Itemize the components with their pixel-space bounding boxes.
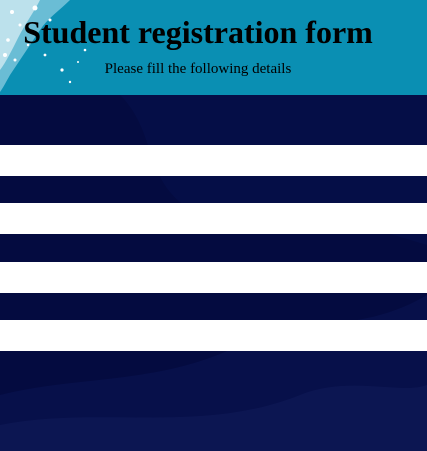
page-title: Student registration form (23, 14, 373, 50)
form-field-2[interactable] (0, 203, 427, 234)
registration-form (0, 95, 427, 451)
page-header: Student registration form Please fill th… (0, 0, 427, 95)
page-subtitle: Please fill the following details (104, 61, 292, 77)
form-field-3[interactable] (0, 262, 427, 293)
form-field-4[interactable] (0, 320, 427, 351)
form-field-1[interactable] (0, 145, 427, 176)
